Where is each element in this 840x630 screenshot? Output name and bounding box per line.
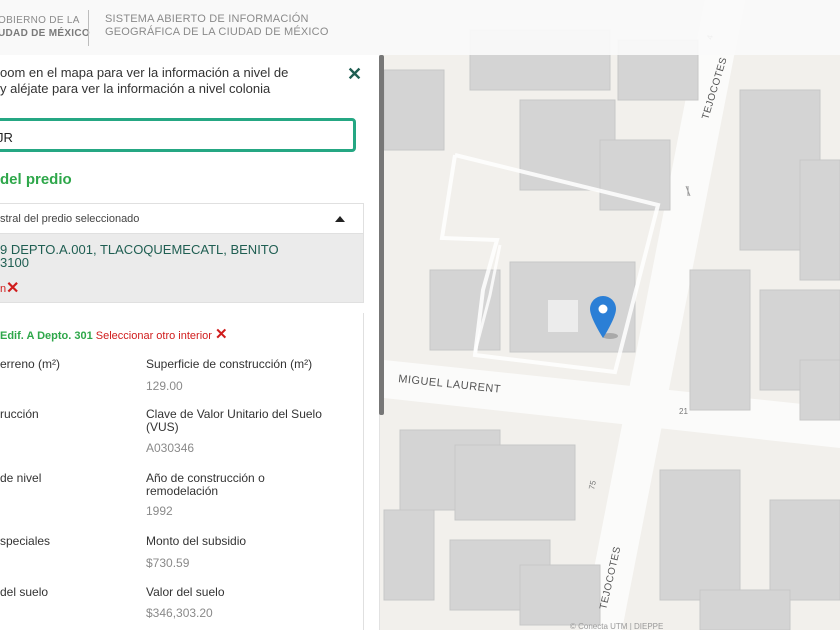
app-header: OBIERNO DE LA UDAD DE MÉXICO SISTEMA ABI…: [0, 0, 840, 55]
zoom-hint-line1: oom en el mapa para ver la información a…: [0, 65, 289, 80]
panel-scrollbar[interactable]: [379, 55, 384, 415]
field-value: A030346: [146, 441, 195, 455]
zoom-hint: oom en el mapa para ver la información a…: [0, 65, 340, 97]
location-pin-icon[interactable]: [590, 296, 618, 345]
system-title: SISTEMA ABIERTO DE INFORMACIÓN GEOGRÁFIC…: [105, 13, 329, 39]
house-number: 21: [679, 407, 688, 416]
zoom-hint-line2: y aléjate para ver la información a nive…: [0, 81, 271, 96]
field-label: Superficie de construcción (m²): [146, 357, 313, 371]
search-input[interactable]: JR: [0, 118, 356, 152]
change-interior-link[interactable]: Seleccionar otro interior: [96, 330, 212, 342]
chevron-up-icon[interactable]: [335, 216, 345, 222]
field-label: Año de construcción o remodelación: [146, 471, 265, 498]
field-label: de nivel: [0, 471, 42, 485]
parcel-address: 9 DEPTO.A.001, TLACOQUEMECATL, BENITO 31…: [0, 243, 330, 269]
parcel-card-title: stral del predio seleccionado: [0, 213, 140, 225]
address-line1: 9 DEPTO.A.001, TLACOQUEMECATL, BENITO: [0, 242, 279, 257]
field-value: $730.59: [146, 556, 190, 570]
section-title: del predio: [0, 171, 72, 188]
parcel-card-header[interactable]: stral del predio seleccionado: [0, 203, 364, 233]
parcel-card-body: 9 DEPTO.A.001, TLACOQUEMECATL, BENITO 31…: [0, 233, 364, 303]
close-icon[interactable]: ✕: [347, 64, 362, 85]
field-label: Monto del subsidio: [146, 534, 247, 548]
interior-selected: Edif. A Depto. 301: [0, 330, 93, 342]
gov-logo[interactable]: OBIERNO DE LA UDAD DE MÉXICO: [0, 14, 90, 40]
map-attribution: © Conecta UTM | DIEPPE: [570, 622, 664, 630]
field-label: Clave de Valor Unitario del Suelo (VUS): [146, 407, 322, 434]
field-label: del suelo: [0, 585, 49, 599]
system-title-line1: SISTEMA ABIERTO DE INFORMACIÓN: [105, 13, 309, 25]
header-divider: [88, 10, 89, 46]
field-value: $346,303.20: [146, 606, 213, 620]
address-line2: 3100: [0, 255, 29, 270]
system-title-line2: GEOGRÁFICA DE LA CIUDAD DE MÉXICO: [105, 26, 329, 38]
field-value: 1992: [146, 504, 173, 518]
remove-interior-icon[interactable]: ✕: [215, 326, 228, 343]
field-label: erreno (m²): [0, 357, 61, 371]
interior-selector: Edif. A Depto. 301 Seleccionar otro inte…: [0, 325, 228, 343]
logo-line1: OBIERNO DE LA: [0, 15, 80, 26]
delete-icon[interactable]: ✕: [6, 278, 19, 298]
field-label: rucción: [0, 407, 39, 421]
logo-line2: UDAD DE MÉXICO: [0, 28, 90, 39]
field-value: 129.00: [146, 379, 183, 393]
search-input-value[interactable]: JR: [0, 130, 13, 145]
info-panel: oom en el mapa para ver la información a…: [0, 55, 380, 630]
field-label: Valor del suelo: [146, 585, 225, 599]
field-label: speciales: [0, 534, 51, 548]
